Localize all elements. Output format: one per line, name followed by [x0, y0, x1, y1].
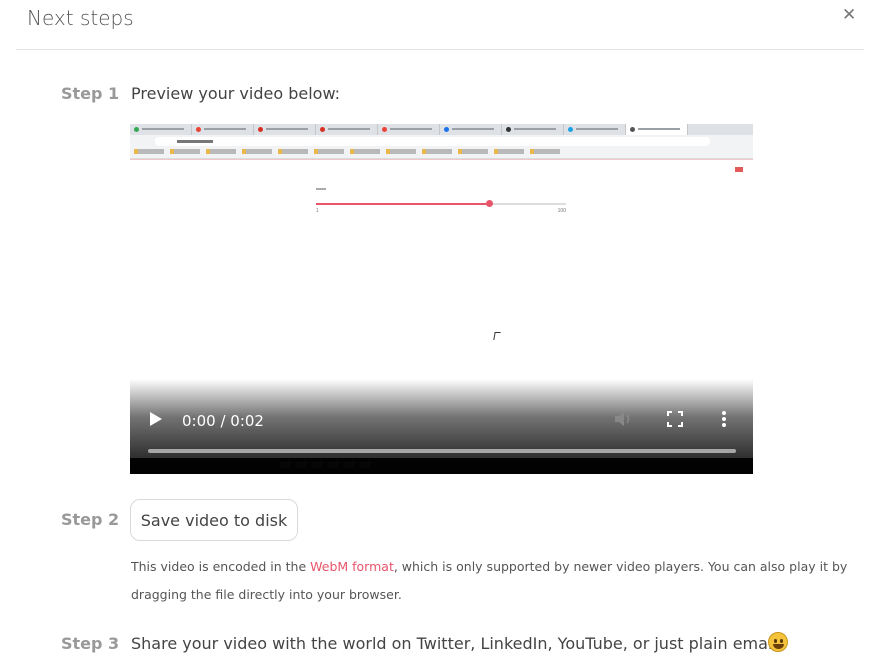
page-title: Next steps [27, 6, 134, 30]
step3-label: Step 3 [61, 634, 120, 653]
slider-min-label: 1 [316, 208, 319, 214]
slider-max-label: 100 [557, 208, 566, 214]
step1-label: Step 1 [61, 84, 120, 103]
recorded-browser-chrome [130, 124, 753, 159]
fullscreen-icon[interactable] [667, 411, 683, 427]
more-options-icon[interactable] [720, 409, 728, 429]
video-controls: 0:00 / 0:02 [130, 379, 753, 474]
video-progress-bar[interactable] [148, 449, 736, 453]
recorded-slider: 1 100 [316, 186, 566, 216]
step1-text: Preview your video below: [131, 84, 341, 103]
save-video-button[interactable]: Save video to disk [130, 499, 298, 541]
header-divider [16, 49, 864, 50]
recorded-bookmarks-bar [134, 149, 654, 155]
step2-label: Step 2 [61, 510, 120, 529]
format-note: This video is encoded in the WebM format… [131, 553, 851, 609]
grinning-face-icon [768, 632, 788, 652]
play-icon[interactable] [150, 412, 162, 426]
format-note-text-start: This video is encoded in the [131, 559, 311, 574]
mouse-cursor-icon [493, 332, 501, 340]
recorded-tab-strip [130, 124, 753, 135]
modal-header: Next steps ✕ [0, 0, 884, 50]
recording-icon [735, 167, 743, 172]
volume-icon[interactable] [614, 411, 634, 427]
webm-format-link[interactable]: WebM format [310, 559, 394, 574]
video-preview[interactable]: 1 100 0:00 / 0:02 [130, 124, 753, 474]
step3-text: Share your video with the world on Twitt… [131, 634, 784, 653]
close-icon[interactable]: ✕ [842, 5, 856, 25]
recorded-url-bar [155, 137, 710, 146]
time-display: 0:00 / 0:02 [182, 412, 264, 430]
